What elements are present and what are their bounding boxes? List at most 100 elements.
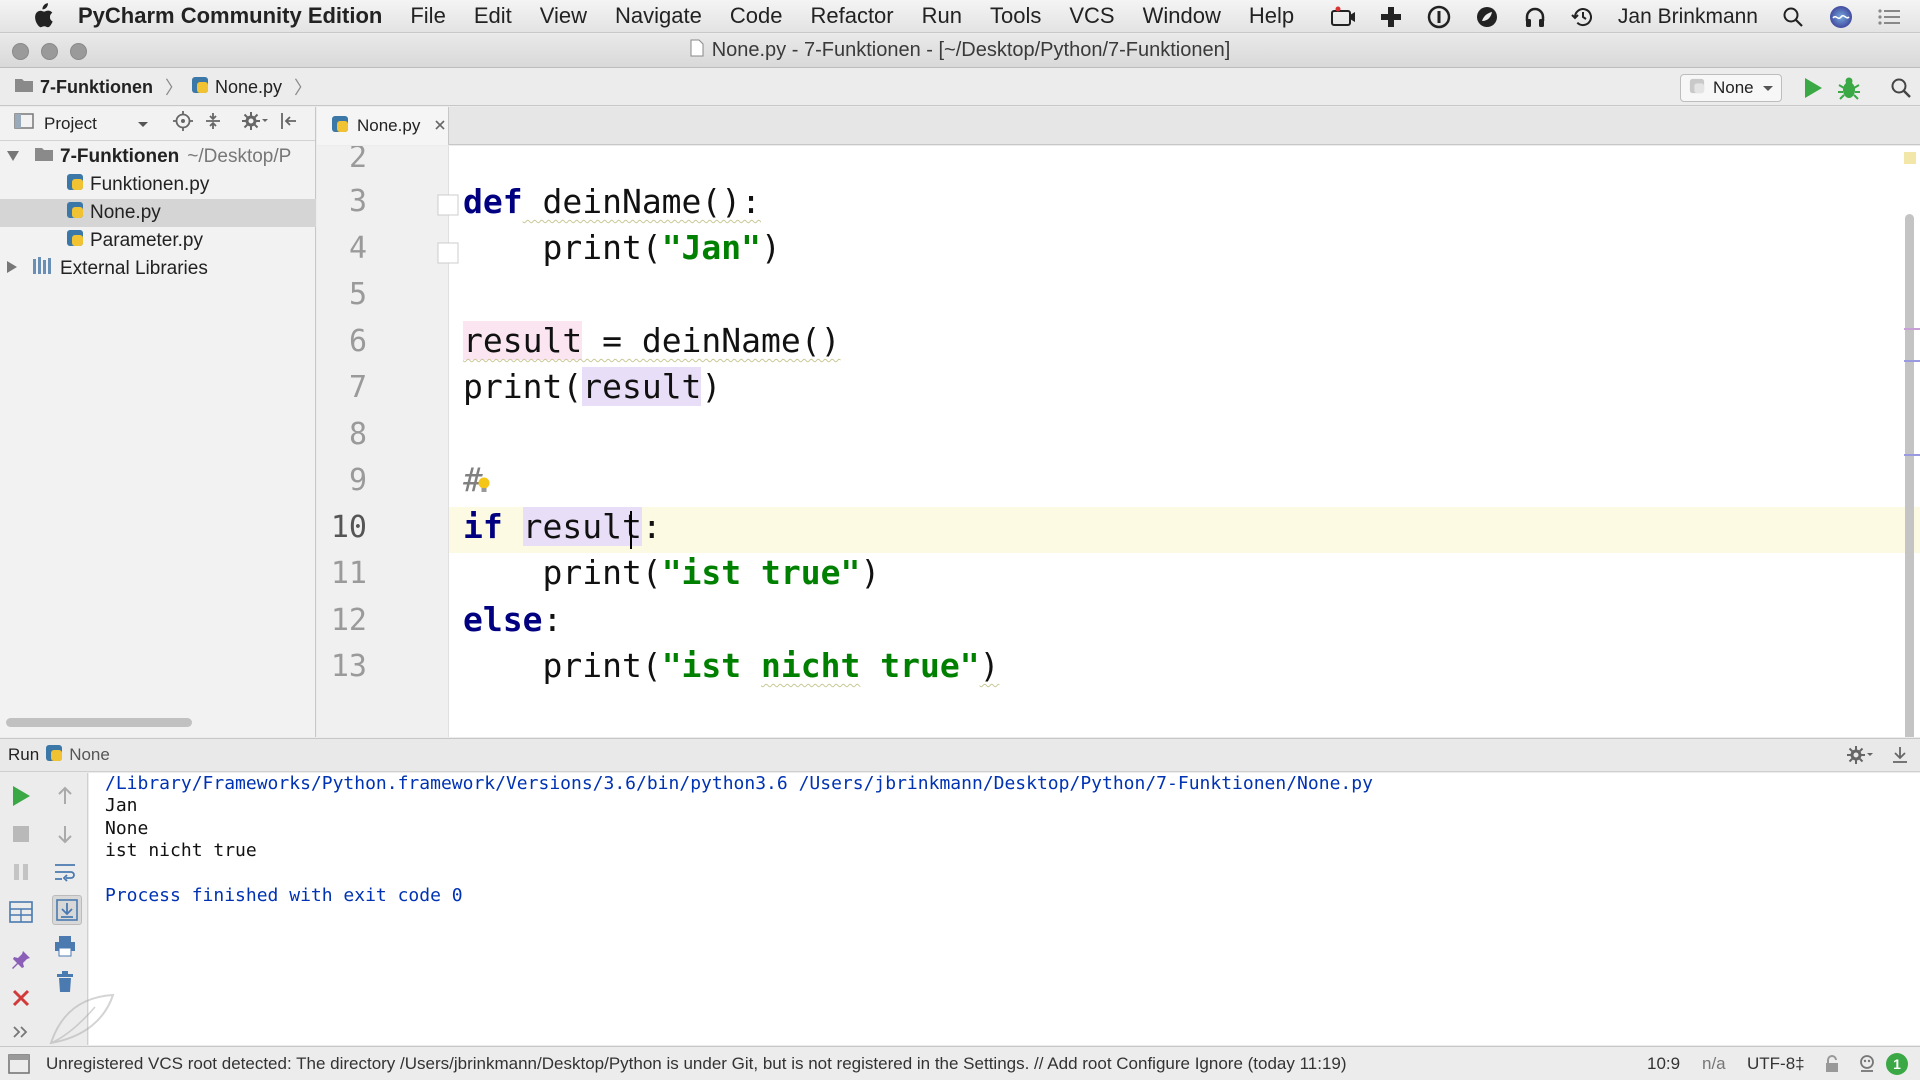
tree-item-file[interactable]: Funktionen.py: [0, 171, 316, 199]
stop-button[interactable]: [8, 821, 34, 847]
leaf-icon[interactable]: [1474, 4, 1500, 30]
collapse-all-icon[interactable]: [203, 111, 223, 136]
tree-item-label: Parameter.py: [90, 230, 203, 251]
tool-windows-toggle-icon[interactable]: [8, 1054, 30, 1079]
tree-item-project-root[interactable]: 7-Funktionen ~/Desktop/P: [0, 143, 316, 171]
run-panel-config[interactable]: None: [69, 745, 110, 765]
siri-icon[interactable]: [1828, 4, 1854, 30]
more-actions-icon[interactable]: [8, 1019, 34, 1045]
code-text: print(: [463, 646, 662, 685]
menu-code[interactable]: Code: [730, 3, 783, 29]
app-name-menu[interactable]: PyCharm Community Edition: [78, 3, 382, 29]
run-configuration-label: None: [1713, 78, 1754, 97]
window-close-button[interactable]: [12, 43, 29, 60]
chevron-down-icon[interactable]: [137, 114, 149, 134]
project-view-selector[interactable]: Project: [44, 114, 97, 134]
pin-icon[interactable]: [8, 947, 34, 973]
window-minimize-button[interactable]: [41, 43, 58, 60]
fold-marker-icon[interactable]: [437, 242, 459, 269]
notifications-badge[interactable]: 1: [1886, 1047, 1908, 1080]
menu-window[interactable]: Window: [1143, 3, 1221, 29]
caret-position[interactable]: 10:9: [1647, 1047, 1680, 1080]
tree-item-file[interactable]: Parameter.py: [0, 227, 316, 255]
menu-navigate[interactable]: Navigate: [615, 3, 702, 29]
line-number-current: 10: [330, 510, 367, 545]
tree-item-file-selected[interactable]: None.py: [0, 199, 316, 227]
scroll-to-end-icon[interactable]: [52, 895, 82, 925]
notification-center-icon[interactable]: [1876, 4, 1902, 30]
console-output[interactable]: /Library/Frameworks/Python.framework/Ver…: [49, 773, 1920, 1045]
string-literal: "ist true": [661, 553, 861, 592]
locate-file-icon[interactable]: [172, 111, 193, 136]
code-text: ): [860, 553, 881, 592]
menu-file[interactable]: File: [410, 3, 445, 29]
menu-tools[interactable]: Tools: [990, 3, 1041, 29]
screen-recorder-icon[interactable]: [1330, 4, 1356, 30]
headphones-icon[interactable]: [1522, 4, 1548, 30]
breadcrumb-separator: 〉: [294, 78, 313, 98]
line-number: 8: [348, 417, 367, 452]
arrow-up-icon[interactable]: [52, 783, 78, 809]
horizontal-scrollbar[interactable]: [6, 718, 192, 727]
run-configuration-dropdown[interactable]: None: [1680, 74, 1782, 102]
hide-panel-icon[interactable]: [279, 111, 299, 136]
navigation-bar: 7-Funktionen 〉 None.py 〉 None: [0, 69, 1920, 106]
inspector-icon[interactable]: [1856, 1047, 1878, 1080]
user-name[interactable]: Jan Brinkmann: [1618, 5, 1758, 29]
tree-item-external-libraries[interactable]: External Libraries: [0, 255, 316, 283]
restore-layout-icon[interactable]: [8, 899, 34, 925]
rerun-button[interactable]: [8, 783, 34, 809]
macos-menubar: PyCharm Community Edition File Edit View…: [0, 0, 1920, 33]
run-panel-title[interactable]: Run: [8, 745, 39, 765]
console-line: Jan: [105, 795, 138, 816]
error-stripe-mark[interactable]: [1904, 454, 1920, 456]
debug-button[interactable]: [1836, 75, 1862, 106]
window-zoom-button[interactable]: [70, 43, 87, 60]
status-message[interactable]: Unregistered VCS root detected: The dire…: [46, 1054, 1347, 1074]
pause-button[interactable]: [8, 859, 34, 885]
menu-vcs[interactable]: VCS: [1069, 3, 1114, 29]
spotlight-search-icon[interactable]: [1780, 4, 1806, 30]
menu-view[interactable]: View: [540, 3, 587, 29]
close-tab-icon[interactable]: [434, 116, 446, 136]
file-icon: [690, 39, 704, 63]
error-stripe-mark[interactable]: [1904, 328, 1920, 330]
inspection-status-icon[interactable]: [1904, 152, 1916, 164]
menu-edit[interactable]: Edit: [474, 3, 512, 29]
apple-icon[interactable]: [30, 3, 56, 29]
code-text: ): [701, 367, 722, 406]
arrow-down-icon[interactable]: [52, 821, 78, 847]
editor-tab[interactable]: None.py: [317, 107, 449, 145]
error-stripe-mark[interactable]: [1904, 360, 1920, 362]
gear-icon[interactable]: [1846, 745, 1874, 770]
gear-icon[interactable]: [241, 111, 269, 136]
minimize-panel-icon[interactable]: [1890, 745, 1910, 770]
lightbulb-icon[interactable]: [477, 476, 491, 499]
password-manager-icon[interactable]: [1426, 4, 1452, 30]
project-panel-header: Project: [0, 107, 315, 141]
run-button[interactable]: [1802, 76, 1824, 105]
menu-run[interactable]: Run: [922, 3, 962, 29]
fold-marker-icon[interactable]: [437, 194, 459, 221]
breadcrumb-file[interactable]: None.py: [215, 77, 282, 98]
soft-wrap-icon[interactable]: [52, 859, 78, 885]
lock-icon[interactable]: [1824, 1047, 1840, 1080]
vertical-scrollbar[interactable]: [1905, 214, 1914, 737]
close-icon[interactable]: [8, 985, 34, 1011]
expand-arrow-icon[interactable]: [6, 146, 22, 168]
line-number: 6: [348, 324, 367, 359]
plus-cross-icon[interactable]: [1378, 4, 1404, 30]
file-encoding-indicator[interactable]: UTF-8‡: [1747, 1047, 1805, 1080]
breadcrumb-project[interactable]: 7-Funktionen: [40, 77, 153, 98]
folder-icon: [14, 77, 34, 98]
menu-help[interactable]: Help: [1249, 3, 1294, 29]
print-icon[interactable]: [52, 933, 78, 959]
search-everywhere-icon[interactable]: [1890, 77, 1912, 104]
project-root-path: ~/Desktop/P: [187, 146, 292, 167]
code-editor[interactable]: 2 3 4 5 6 7 8 9 10 11 12 13 def deinName…: [317, 146, 1920, 737]
collapsed-arrow-icon[interactable]: [6, 258, 22, 280]
line-separator-indicator[interactable]: n/a: [1702, 1047, 1726, 1080]
menu-refactor[interactable]: Refactor: [810, 3, 893, 29]
time-machine-icon[interactable]: [1570, 4, 1596, 30]
text-caret: [630, 511, 632, 549]
